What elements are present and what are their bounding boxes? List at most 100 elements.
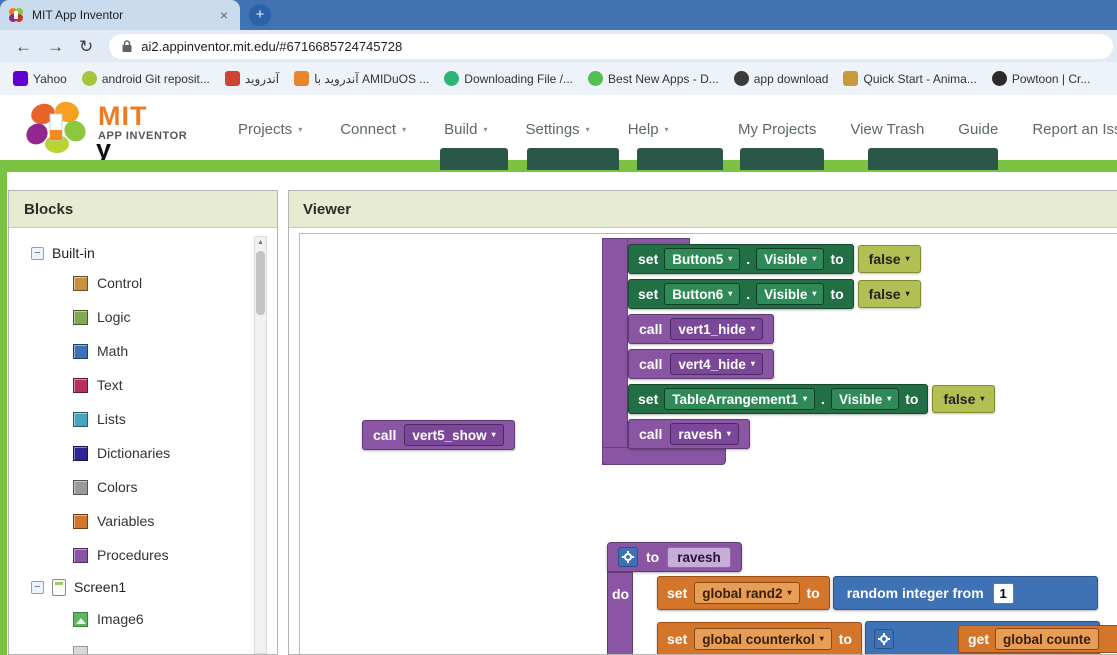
category-control[interactable]: Control	[9, 266, 277, 300]
false-logic-block[interactable]: false▾	[858, 280, 921, 308]
browser-tab[interactable]: MIT App Inventor ×	[0, 0, 240, 30]
menu-help[interactable]: Help▾	[628, 121, 669, 138]
tree-item-image6[interactable]: Image6	[9, 602, 277, 636]
back-icon[interactable]: ←	[15, 38, 32, 55]
category-variables[interactable]: Variables	[9, 504, 277, 538]
set-variable-block[interactable]: set global rand2▾ to	[657, 576, 830, 610]
variable-dropdown[interactable]: global rand2▾	[694, 582, 799, 604]
blocks-canvas[interactable]: set Button5▾ . Visible▾ to false▾ set Bu…	[299, 233, 1117, 654]
cropped-toolbar-button[interactable]	[637, 148, 723, 170]
math-expression-block[interactable]: get global counte	[865, 621, 1100, 654]
bookmark-app-download[interactable]: app download	[731, 71, 832, 86]
procedure-definition-body[interactable]	[607, 572, 633, 654]
set-property-block[interactable]: set Button6▾ . Visible▾ to	[628, 279, 854, 309]
variables-category-icon	[73, 514, 88, 529]
false-logic-block[interactable]: false▾	[932, 385, 995, 413]
menu-projects[interactable]: Projects▾	[238, 121, 302, 138]
category-colors[interactable]: Colors	[9, 470, 277, 504]
menu-connect[interactable]: Connect▾	[340, 121, 406, 138]
cropped-toolbar-button[interactable]	[740, 148, 824, 170]
procedure-dropdown[interactable]: vert5_show▾	[404, 424, 503, 446]
bookmark-best-new-apps[interactable]: Best New Apps - D...	[585, 71, 722, 86]
cropped-toolbar-button[interactable]	[527, 148, 619, 170]
cropped-toolbar-button[interactable]	[440, 148, 508, 170]
bookmark-downloading-file[interactable]: Downloading File /...	[441, 71, 576, 86]
link-guide[interactable]: Guide	[958, 121, 998, 138]
set-property-block[interactable]: set TableArrangement1▾ . Visible▾ to	[628, 384, 928, 414]
menu-settings[interactable]: Settings▾	[525, 121, 589, 138]
category-logic[interactable]: Logic	[9, 300, 277, 334]
mutator-gear-icon[interactable]	[874, 629, 894, 649]
address-bar[interactable]: ai2.appinventor.mit.edu/#671668572474572…	[109, 34, 1113, 59]
number-field[interactable]: 1	[993, 583, 1014, 604]
procedure-definition-header[interactable]: to ravesh	[607, 542, 742, 572]
category-dictionaries[interactable]: Dictionaries	[9, 436, 277, 470]
set-variable-block[interactable]: set global counterkol▾ to	[657, 622, 862, 654]
call-vert1-hide-row: call vert1_hide▾	[628, 314, 774, 344]
call-vert4-hide-row: call vert4_hide▾	[628, 349, 774, 379]
scrollbar-thumb[interactable]	[256, 251, 265, 315]
close-tab-icon[interactable]: ×	[216, 7, 232, 23]
variable-dropdown[interactable]: global counterkol▾	[694, 628, 832, 650]
component-dropdown[interactable]: Button5▾	[664, 248, 740, 270]
category-text[interactable]: Text	[9, 368, 277, 402]
set-property-block[interactable]: set Button5▾ . Visible▾ to	[628, 244, 854, 274]
url-text[interactable]: ai2.appinventor.mit.edu/#671668572474572…	[141, 39, 402, 54]
tree-item-builtin[interactable]: − Built-in	[9, 240, 277, 266]
cropped-toolbar-button[interactable]	[868, 148, 998, 170]
call-procedure-block[interactable]: call vert5_show▾	[362, 420, 515, 450]
get-keyword: get	[968, 631, 989, 647]
site-icon	[225, 71, 240, 86]
bookmark-powtoon[interactable]: Powtoon | Cr...	[989, 71, 1094, 86]
link-report-issue[interactable]: Report an Issu	[1032, 121, 1117, 138]
to-keyword: to	[830, 286, 843, 302]
bookmark-yahoo[interactable]: Yahoo	[10, 71, 70, 86]
procedure-name-field[interactable]: ravesh	[667, 547, 731, 568]
property-dropdown[interactable]: Visible▾	[756, 283, 824, 305]
component-dropdown[interactable]: Button6▾	[664, 283, 740, 305]
chevron-down-icon: ▾	[402, 126, 406, 134]
tree-item-screen1[interactable]: − Screen1	[9, 572, 277, 602]
call-procedure-block[interactable]: call vert4_hide▾	[628, 349, 774, 379]
chevron-down-icon: ▾	[586, 126, 590, 134]
category-procedures[interactable]: Procedures	[9, 538, 277, 572]
link-view-trash[interactable]: View Trash	[850, 121, 924, 138]
blocks-panel-scrollbar[interactable]: ▲	[254, 236, 267, 654]
property-dropdown[interactable]: Visible▾	[831, 388, 899, 410]
collapse-toggle-icon[interactable]: −	[31, 247, 44, 260]
bookmark-amiduos[interactable]: آندروید با AMIDuOS ...	[291, 71, 432, 86]
procedure-dropdown[interactable]: vert1_hide▾	[670, 318, 763, 340]
call-keyword: call	[639, 356, 662, 372]
logo-text: MIT APP INVENTOR	[98, 103, 187, 142]
mutator-gear-icon[interactable]	[618, 547, 638, 567]
call-procedure-block[interactable]: call ravesh▾	[628, 419, 750, 449]
false-logic-block[interactable]: false▾	[858, 245, 921, 273]
link-my-projects[interactable]: My Projects	[738, 121, 816, 138]
new-tab-button[interactable]: +	[249, 4, 271, 26]
category-lists[interactable]: Lists	[9, 402, 277, 436]
category-math[interactable]: Math	[9, 334, 277, 368]
variable-dropdown[interactable]: global counte	[995, 628, 1099, 650]
reload-icon[interactable]: ↻	[79, 38, 93, 55]
bookmark-android-fa[interactable]: آندروید	[222, 71, 282, 86]
dropdown-caret-icon: ▾	[492, 431, 496, 439]
cropped-procedure-block-bottom[interactable]	[602, 447, 726, 465]
procedure-dropdown[interactable]: ravesh▾	[670, 423, 739, 445]
get-variable-block[interactable]: get global counte	[958, 625, 1117, 653]
tree-item-cropped[interactable]	[9, 636, 277, 655]
dropdown-caret-icon: ▾	[728, 255, 732, 263]
scroll-up-icon[interactable]: ▲	[255, 237, 266, 249]
procedure-dropdown[interactable]: vert4_hide▾	[670, 353, 763, 375]
forward-icon[interactable]: →	[47, 38, 64, 55]
menu-build[interactable]: Build▾	[444, 121, 487, 138]
property-dropdown[interactable]: Visible▾	[756, 248, 824, 270]
collapse-toggle-icon[interactable]: −	[31, 581, 44, 594]
image-component-icon	[73, 612, 88, 627]
call-procedure-block[interactable]: call vert1_hide▾	[628, 314, 774, 344]
apps-icon	[588, 71, 603, 86]
bookmark-quick-start[interactable]: Quick Start - Anima...	[840, 71, 979, 86]
component-dropdown[interactable]: TableArrangement1▾	[664, 388, 815, 410]
cropped-procedure-block-body[interactable]	[602, 238, 628, 465]
bookmark-android-git[interactable]: android Git reposit...	[79, 71, 213, 86]
random-integer-block[interactable]: random integer from 1	[833, 576, 1098, 610]
